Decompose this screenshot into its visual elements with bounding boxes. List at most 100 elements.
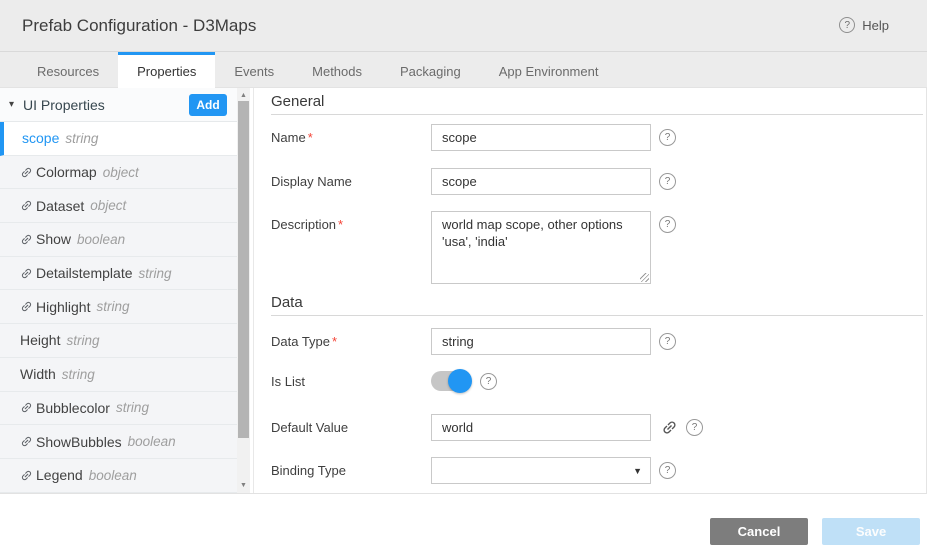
bind-value-link-icon[interactable] [661, 419, 678, 436]
field-row-binding-type: Binding Type ▼ ? [271, 457, 676, 484]
section-heading-general: General [271, 93, 923, 115]
dialog-footer: Cancel Save [0, 494, 927, 555]
property-name: Show [36, 231, 71, 247]
data-type-label: Data Type* [271, 334, 431, 349]
property-item-width[interactable]: Width string [0, 358, 237, 392]
ui-properties-label: UI Properties [23, 97, 105, 113]
property-name: Legend [36, 467, 83, 483]
dialog-title: Prefab Configuration - D3Maps [22, 16, 256, 36]
tab-app-environment[interactable]: App Environment [480, 52, 618, 88]
field-row-default-value: Default Value ? [271, 414, 703, 441]
property-name: Height [20, 332, 60, 348]
scroll-down-icon[interactable]: ▼ [237, 479, 250, 492]
default-value-label: Default Value [271, 420, 431, 435]
default-value-input[interactable] [431, 414, 651, 441]
bind-link-icon [20, 199, 33, 212]
toggle-knob [448, 369, 472, 393]
property-item-show[interactable]: Show boolean [0, 223, 237, 257]
is-list-label: Is List [271, 374, 431, 389]
cancel-button[interactable]: Cancel [710, 518, 808, 545]
property-name: scope [22, 130, 59, 146]
property-name: Highlight [36, 299, 90, 315]
section-heading-data: Data [271, 294, 923, 316]
prefab-configuration-dialog: Prefab Configuration - D3Maps ? Help Res… [0, 0, 927, 555]
name-help-icon[interactable]: ? [659, 129, 676, 146]
description-help-icon[interactable]: ? [659, 216, 676, 233]
binding-type-help-icon[interactable]: ? [659, 462, 676, 479]
data-type-help-icon[interactable]: ? [659, 333, 676, 350]
scrollbar-thumb[interactable] [238, 101, 249, 438]
add-property-button[interactable]: Add [189, 94, 227, 116]
property-item-height[interactable]: Height string [0, 324, 237, 358]
property-item-highlight[interactable]: Highlight string [0, 290, 237, 324]
property-form: General Name* ? Display Name ? Descripti… [253, 88, 927, 493]
property-type: string [139, 266, 172, 281]
help-icon: ? [839, 17, 855, 33]
default-value-help-icon[interactable]: ? [686, 419, 703, 436]
field-row-description: Description* world map scope, other opti… [271, 211, 676, 284]
description-textarea[interactable]: world map scope, other options 'usa', 'i… [431, 211, 651, 284]
ui-properties-header[interactable]: ▾ UI Properties Add [0, 88, 237, 122]
data-type-input[interactable] [431, 328, 651, 355]
property-type: boolean [77, 232, 125, 247]
binding-type-label: Binding Type [271, 463, 431, 478]
name-input[interactable] [431, 124, 651, 151]
property-item-showbubbles[interactable]: ShowBubbles boolean [0, 425, 237, 459]
tab-bar: Resources Properties Events Methods Pack… [0, 52, 927, 88]
name-label: Name* [271, 130, 431, 145]
tab-packaging[interactable]: Packaging [381, 52, 480, 88]
is-list-toggle[interactable] [431, 371, 469, 391]
bind-link-icon [20, 435, 33, 448]
required-marker: * [308, 130, 313, 145]
property-type: boolean [128, 434, 176, 449]
property-name: Bubblecolor [36, 400, 110, 416]
property-item-colormap[interactable]: Colormap object [0, 156, 237, 190]
property-type: object [103, 165, 139, 180]
display-name-help-icon[interactable]: ? [659, 173, 676, 190]
property-item-dataset[interactable]: Dataset object [0, 189, 237, 223]
property-type: string [65, 131, 98, 146]
property-item-legend[interactable]: Legend boolean [0, 459, 237, 493]
property-name: Colormap [36, 164, 97, 180]
tab-events[interactable]: Events [215, 52, 293, 88]
property-type: string [66, 333, 99, 348]
help-button[interactable]: ? Help [839, 17, 889, 33]
property-item-bubblecolor[interactable]: Bubblecolor string [0, 392, 237, 426]
bind-link-icon [20, 469, 33, 482]
help-label: Help [862, 18, 889, 33]
property-type: boolean [89, 468, 137, 483]
property-name: Detailstemplate [36, 265, 133, 281]
bind-link-icon [20, 166, 33, 179]
field-row-name: Name* ? [271, 124, 676, 151]
bind-link-icon [20, 267, 33, 280]
property-item-scope[interactable]: scope string [0, 122, 237, 156]
save-button[interactable]: Save [822, 518, 920, 545]
description-label: Description* [271, 211, 431, 232]
property-name: Dataset [36, 198, 84, 214]
required-marker: * [332, 334, 337, 349]
tab-methods[interactable]: Methods [293, 52, 381, 88]
bind-link-icon [20, 233, 33, 246]
tab-resources[interactable]: Resources [18, 52, 118, 88]
dialog-body: ▾ UI Properties Add scope string Colorma… [0, 88, 927, 494]
property-type: string [96, 299, 129, 314]
property-type: string [116, 400, 149, 415]
property-name: Width [20, 366, 56, 382]
property-list: scope string Colormap object Dataset obj… [0, 122, 237, 493]
display-name-input[interactable] [431, 168, 651, 195]
dialog-header: Prefab Configuration - D3Maps ? Help [0, 0, 927, 52]
tab-properties[interactable]: Properties [118, 52, 215, 88]
dropdown-caret-icon: ▼ [633, 466, 642, 476]
sidebar-scrollbar[interactable]: ▲ ▼ [237, 88, 250, 493]
field-row-is-list: Is List ? [271, 371, 497, 391]
binding-type-select[interactable]: ▼ [431, 457, 651, 484]
field-row-display-name: Display Name ? [271, 168, 676, 195]
property-type: string [62, 367, 95, 382]
properties-sidebar: ▾ UI Properties Add scope string Colorma… [0, 88, 253, 493]
property-name: ShowBubbles [36, 434, 122, 450]
bind-link-icon [20, 401, 33, 414]
collapse-caret-icon[interactable]: ▾ [9, 99, 14, 110]
bind-link-icon [20, 300, 33, 313]
property-item-detailstemplate[interactable]: Detailstemplate string [0, 257, 237, 291]
is-list-help-icon[interactable]: ? [480, 373, 497, 390]
